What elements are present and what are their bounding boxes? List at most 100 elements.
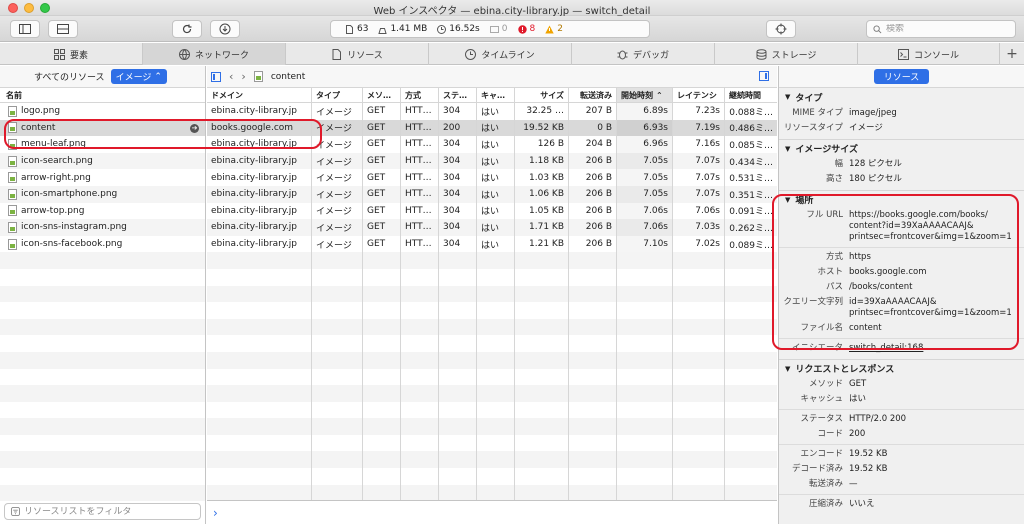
toggle-details-sidebar-icon[interactable] (759, 71, 769, 81)
table-row-selected[interactable]: books.google.com イメージ GET HTT… 200 はい 19.52 KB… (207, 119, 777, 137)
list-item[interactable]: icon-smartphone.png (0, 185, 205, 203)
table-row[interactable]: ebina.city-library.jp イメージ GET HTT… 304 はい 1.0… (207, 202, 777, 220)
empty-cell (617, 252, 673, 269)
column-header-method[interactable]: メソ… (363, 88, 401, 102)
empty-cell (401, 252, 439, 269)
search-field[interactable] (866, 20, 1016, 38)
column-header-latency[interactable]: レイテンシ (673, 88, 725, 102)
section-type[interactable]: ▼ タイプ (779, 88, 1024, 106)
download-button[interactable] (210, 20, 240, 38)
forward-button[interactable]: › (241, 70, 245, 83)
empty-cell (477, 484, 515, 502)
cell-domain: ebina.city-library.jp (207, 136, 312, 153)
empty-cell (401, 385, 439, 402)
column-header-cached[interactable]: キャ… (477, 88, 515, 102)
list-item[interactable]: menu-leaf.png (0, 136, 205, 153)
list-item-selected[interactable]: content ➔ (0, 119, 205, 137)
resource-filter-input[interactable] (24, 506, 184, 517)
dock-bottom-icon (57, 24, 69, 34)
table-row[interactable]: ebina.city-library.jp イメージ GET HTT… 304 はい 32.… (207, 103, 777, 120)
dock-bottom-button[interactable] (48, 20, 78, 38)
list-item[interactable]: icon-sns-facebook.png (0, 236, 205, 253)
tab-timeline[interactable]: タイムライン (429, 43, 572, 65)
log-count[interactable]: 0 (489, 24, 508, 34)
initiator-link[interactable]: switch_detail:168 (849, 343, 1019, 354)
empty-row (207, 318, 777, 336)
back-button[interactable]: ‹ (229, 70, 233, 83)
all-resources-label[interactable]: すべてのリソース (34, 70, 105, 83)
list-item[interactable]: icon-search.png (0, 152, 205, 170)
empty-cell (569, 401, 617, 419)
breadcrumb[interactable]: content (271, 72, 305, 82)
tab-debugger[interactable]: デバッガ (572, 43, 715, 65)
table-row[interactable]: ebina.city-library.jp イメージ GET HTT… 304 はい 1.7… (207, 219, 777, 236)
column-header-size[interactable]: サイズ (515, 88, 569, 102)
inspect-element-button[interactable] (766, 20, 796, 38)
cell-method: GET (363, 119, 401, 137)
empty-row (207, 434, 777, 452)
elements-icon (53, 48, 65, 60)
type-filter-select[interactable]: イメージ ⌃ (110, 69, 167, 84)
cell-scheme: HTT… (401, 219, 439, 236)
column-header-start-time[interactable]: 開始時刻 ⌃ (617, 88, 673, 102)
table-row[interactable]: ebina.city-library.jp イメージ GET HTT… 304 はい 1.0… (207, 169, 777, 186)
table-row[interactable]: ebina.city-library.jp イメージ GET HTT… 304 はい 1.1… (207, 152, 777, 170)
search-input[interactable] (886, 24, 1006, 34)
empty-cell (401, 285, 439, 303)
section-image-size[interactable]: ▼ イメージサイズ (779, 139, 1024, 157)
tab-storage[interactable]: ストレージ (715, 43, 858, 65)
table-row[interactable]: ebina.city-library.jp イメージ GET HTT… 304 はい 126… (207, 136, 777, 153)
list-item[interactable]: icon-sns-instagram.png (0, 219, 205, 236)
empty-cell (569, 318, 617, 336)
empty-cell (515, 385, 569, 402)
console-prompt[interactable]: › (207, 500, 777, 524)
list-item[interactable]: arrow-right.png (0, 169, 205, 186)
empty-cell (312, 335, 363, 352)
cell-latency: 7.06s (673, 202, 725, 220)
column-header-type[interactable]: タイプ (312, 88, 363, 102)
storage-icon (756, 48, 767, 60)
column-header-transferred[interactable]: 転送済み (569, 88, 617, 102)
load-time[interactable]: 16.52s (437, 24, 480, 34)
empty-cell (207, 468, 312, 485)
warning-count[interactable]: 2 (545, 24, 563, 34)
tab-network[interactable]: ネットワーク (143, 43, 286, 65)
column-header-domain[interactable]: ドメイン (207, 88, 312, 102)
table-row[interactable]: ebina.city-library.jp イメージ GET HTT… 304 はい 1.2… (207, 235, 777, 253)
list-item[interactable]: arrow-top.png (0, 203, 205, 220)
column-header-duration[interactable]: 継続時間 (725, 88, 777, 102)
dock-side-button[interactable] (10, 20, 40, 38)
column-header-scheme[interactable]: 方式 (401, 88, 439, 102)
cell-cached: はい (477, 136, 515, 153)
tab-resources[interactable]: リソース (286, 43, 429, 65)
empty-cell (207, 335, 312, 352)
section-request-response[interactable]: ▼ リクエストとレスポンス (779, 359, 1024, 377)
error-count[interactable]: 8 (517, 24, 535, 34)
empty-cell (673, 401, 725, 419)
cell-status: 304 (439, 235, 477, 253)
empty-cell (725, 435, 777, 452)
empty-cell (312, 368, 363, 386)
empty-cell (207, 351, 312, 369)
empty-row (207, 468, 777, 485)
cell-duration: 0.088ミ… (729, 107, 773, 118)
tab-console[interactable]: コンソール (858, 43, 1000, 65)
empty-cell (617, 434, 673, 452)
go-to-arrow-icon[interactable]: ➔ (190, 123, 199, 133)
toggle-navigation-sidebar-icon[interactable] (211, 71, 221, 82)
table-row[interactable]: ebina.city-library.jp イメージ GET HTT… 304 はい 1.0… (207, 185, 777, 203)
name-column-header[interactable]: 名前 (0, 88, 205, 103)
add-tab-button[interactable]: + (1000, 43, 1024, 65)
resource-filter-field[interactable] (4, 503, 201, 520)
column-header-status[interactable]: ステ… (439, 88, 477, 102)
resource-size[interactable]: 1.41 MB (378, 24, 427, 34)
resource-details-tab[interactable]: リソース (873, 69, 930, 84)
list-item[interactable]: logo.png (0, 103, 205, 120)
resource-count[interactable]: 63 (345, 24, 368, 34)
tab-elements[interactable]: 要素 (0, 43, 143, 65)
code-row: コード 200 (817, 429, 866, 439)
empty-cell (617, 285, 673, 303)
section-location[interactable]: ▼ 場所 (779, 190, 1024, 208)
cell-size: 1.71 KB (515, 219, 569, 236)
reload-button[interactable] (172, 20, 202, 38)
